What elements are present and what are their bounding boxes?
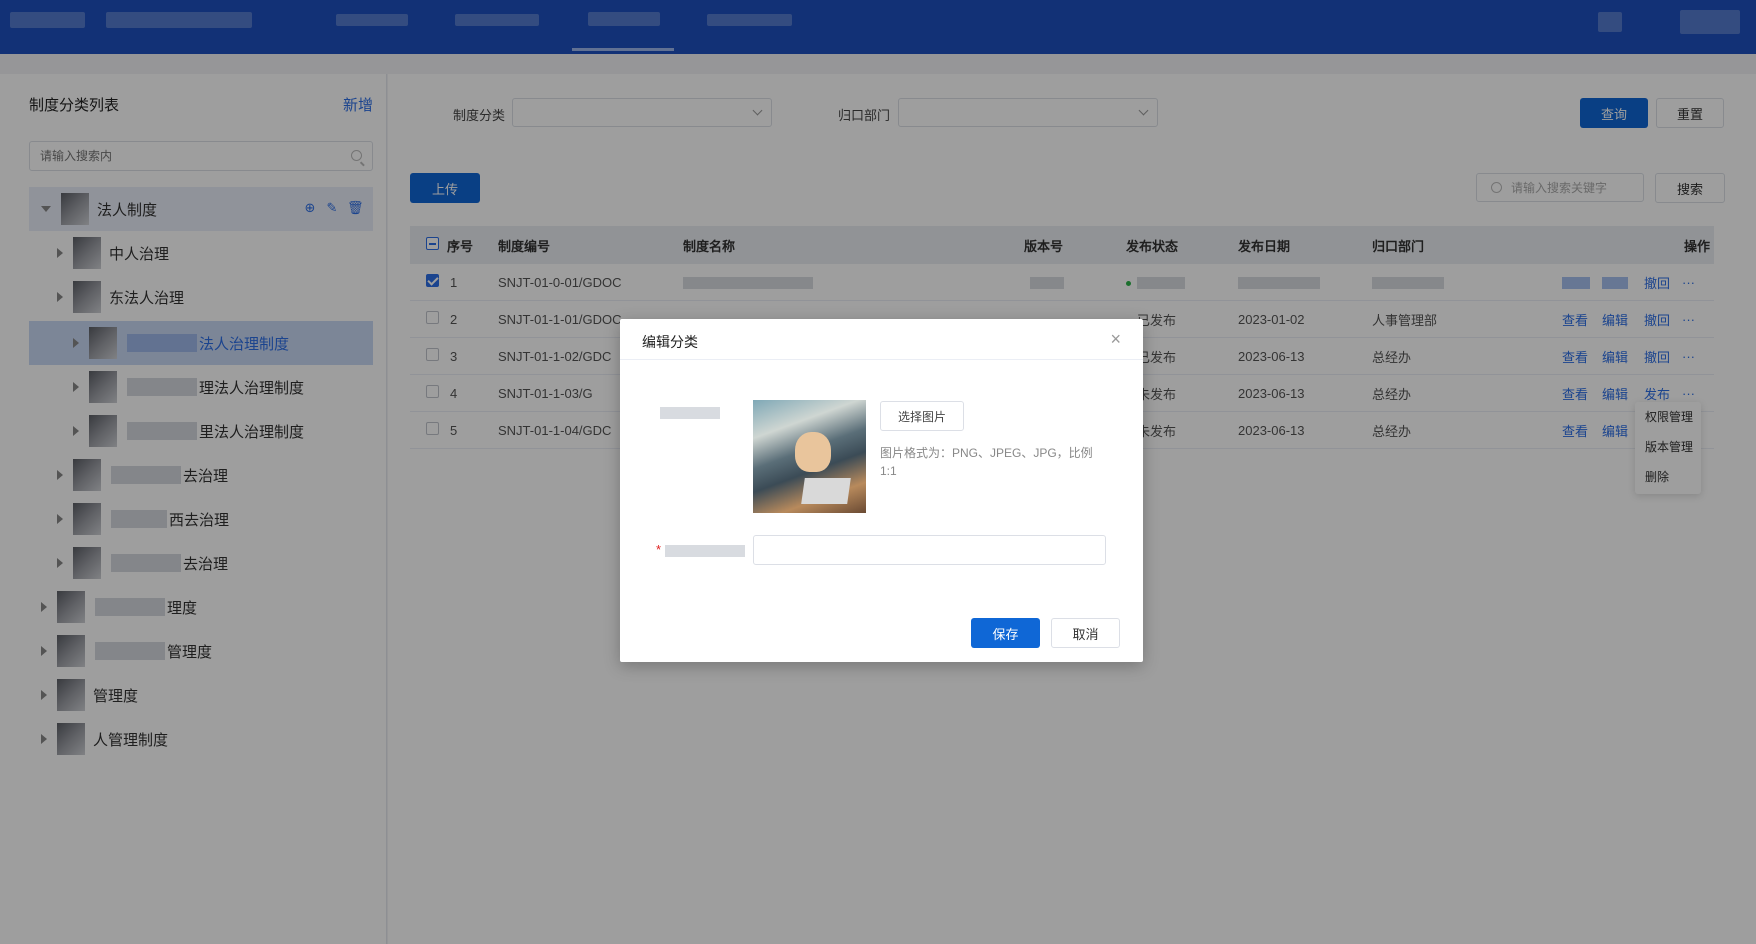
- image-field-label: [660, 404, 720, 419]
- name-field-label: *: [656, 542, 746, 557]
- dialog-divider: [620, 359, 1143, 360]
- laptop-figure: [801, 478, 851, 504]
- category-image-preview: [753, 400, 866, 513]
- edit-category-dialog: 编辑分类 × 选择图片 图片格式为：PNG、JPEG、JPG，比例1:1 * 保…: [620, 319, 1143, 662]
- cancel-button[interactable]: 取消: [1051, 618, 1120, 648]
- category-name-input[interactable]: [753, 535, 1106, 565]
- person-figure: [795, 432, 831, 472]
- close-icon[interactable]: ×: [1110, 329, 1121, 350]
- save-button[interactable]: 保存: [971, 618, 1040, 648]
- choose-image-button[interactable]: 选择图片: [880, 401, 964, 431]
- image-format-tip: 图片格式为：PNG、JPEG、JPG，比例1:1: [880, 446, 1093, 478]
- dialog-title: 编辑分类: [642, 334, 698, 350]
